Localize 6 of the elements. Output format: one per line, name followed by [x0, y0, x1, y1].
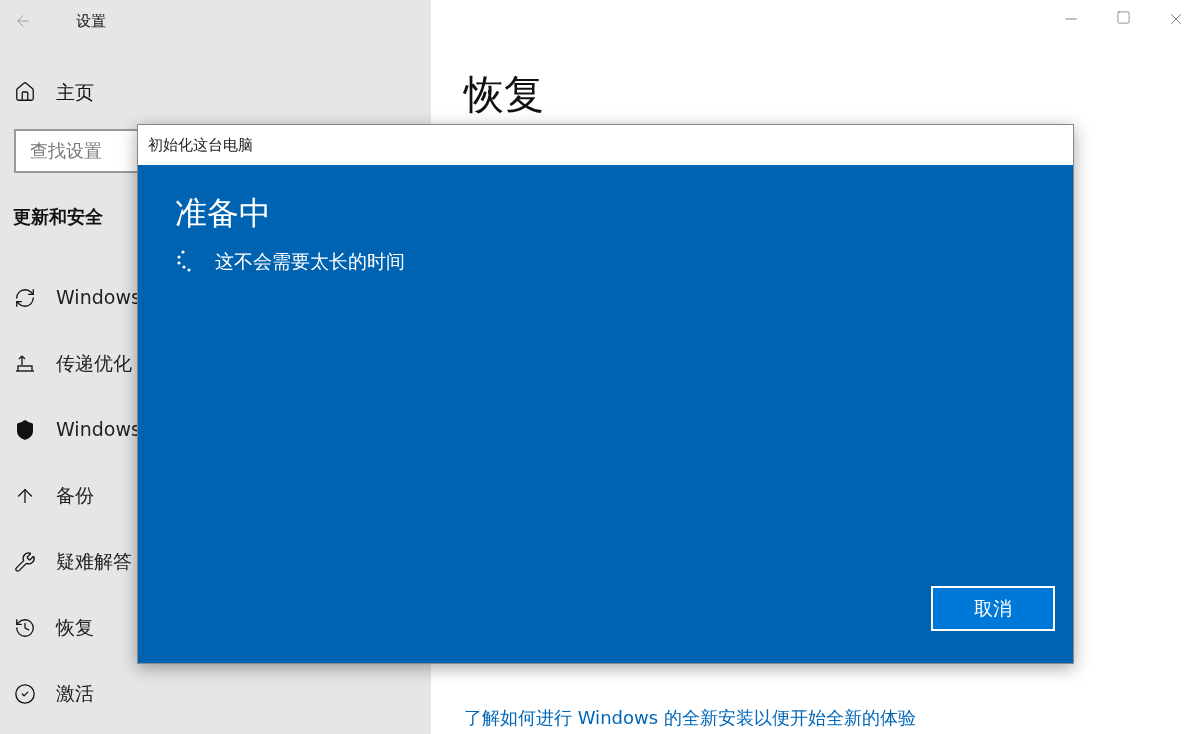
dialog-heading: 准备中	[175, 193, 272, 233]
dialog-message: 这不会需要太长的时间	[215, 249, 405, 274]
dialog-title: 初始化这台电脑	[148, 134, 253, 156]
section-heading: 更新和安全	[13, 204, 103, 229]
window-title: 设置	[76, 10, 106, 32]
page-title: 恢复	[464, 70, 545, 118]
